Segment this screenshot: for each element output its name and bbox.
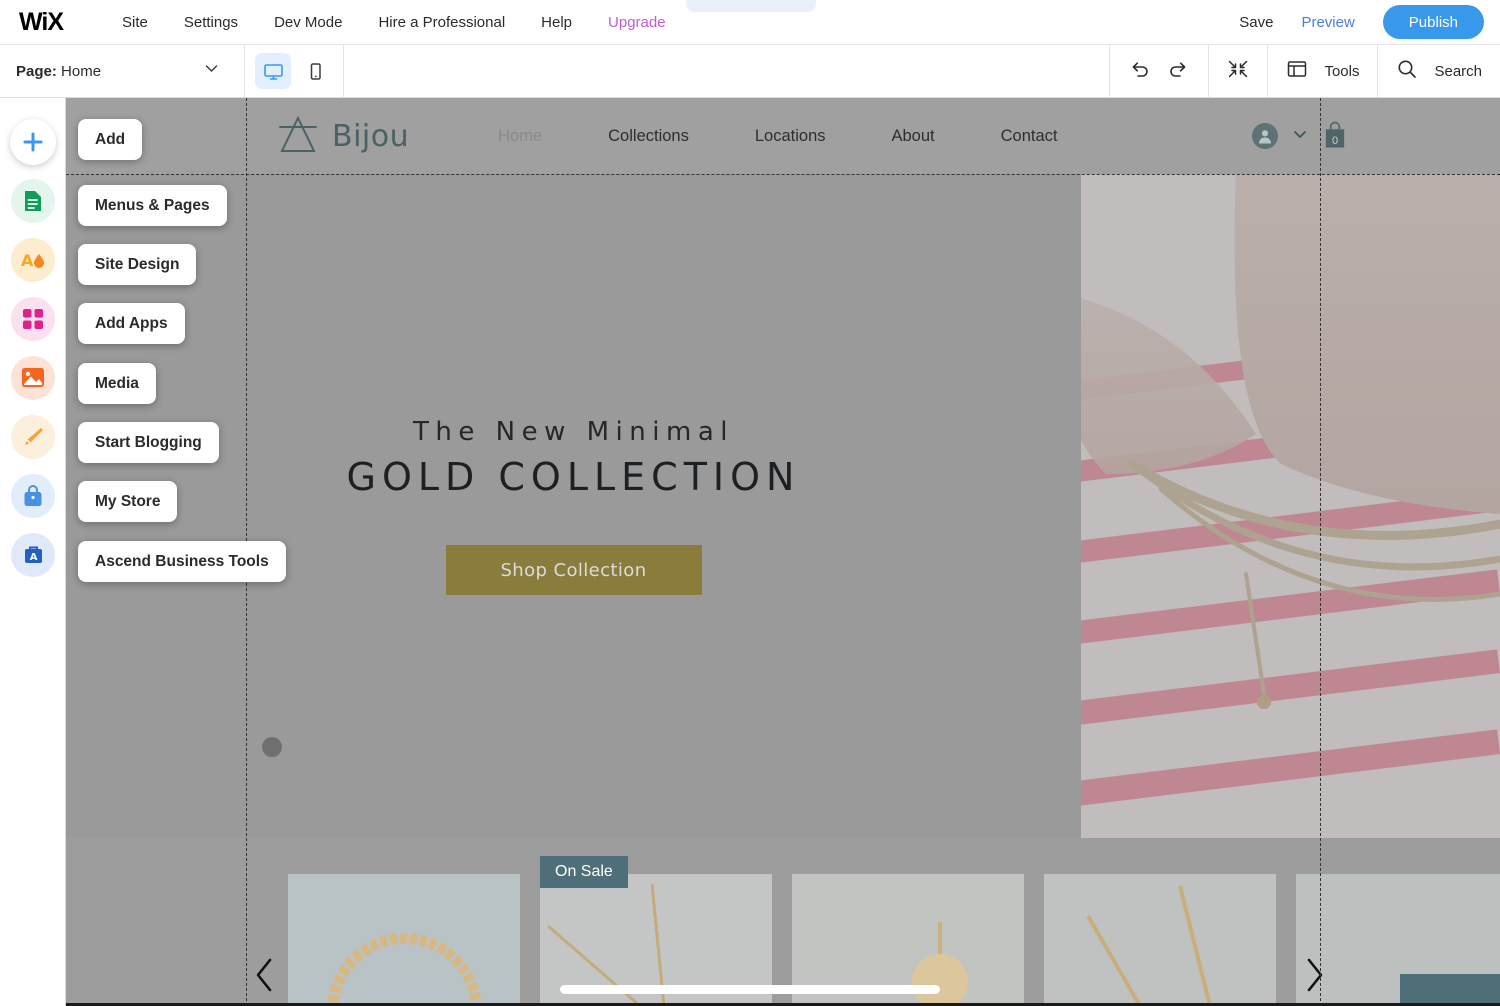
cart-count: 0 — [1331, 135, 1339, 147]
editor-secondary-toolbar: Page: Home Tools Search — [0, 44, 1500, 98]
guide-line-right — [1320, 98, 1321, 1006]
hero-subtitle: The New Minimal — [413, 417, 734, 447]
view-mode-switcher — [245, 44, 344, 98]
mobile-view-button[interactable] — [297, 53, 333, 89]
search-icon — [1396, 58, 1418, 85]
site-nav-collections[interactable]: Collections — [575, 127, 722, 146]
site-brand-name: Bijou — [332, 118, 410, 154]
site-nav-contact[interactable]: Contact — [968, 127, 1091, 146]
save-button[interactable]: Save — [1225, 8, 1287, 37]
hero-title: GOLD COLLECTION — [346, 455, 801, 499]
account-avatar-icon[interactable] — [1252, 123, 1278, 149]
menu-item-hire-a-professional[interactable]: Hire a Professional — [360, 8, 523, 37]
redo-icon[interactable] — [1167, 57, 1190, 85]
product-card-4[interactable] — [1044, 874, 1276, 1006]
svg-text:A: A — [29, 552, 37, 563]
menu-item-help[interactable]: Help — [523, 8, 590, 37]
gallery-prev-chevron-left-icon[interactable] — [251, 955, 277, 1000]
guide-line-header-bottom — [66, 174, 1500, 175]
flyout-menus-and-pages-button[interactable]: Menus & Pages — [78, 185, 227, 226]
search-label: Search — [1434, 62, 1482, 80]
editor-toolbar-right: Tools Search — [1109, 44, 1500, 98]
pen-icon — [11, 414, 55, 459]
browser-tab-stub — [686, 0, 816, 12]
editor-actions: Save Preview Publish — [1225, 5, 1500, 39]
plus-icon — [10, 118, 56, 165]
site-logo[interactable]: Bijou — [274, 111, 409, 162]
gallery-next-chevron-right-icon[interactable] — [1302, 955, 1328, 1000]
hero-section[interactable]: The New Minimal GOLD COLLECTION Shop Col… — [66, 174, 1500, 838]
rail-item-my-store[interactable] — [0, 466, 66, 525]
flyout-site-design-button[interactable]: Site Design — [78, 244, 197, 285]
chevron-down-icon — [203, 60, 220, 82]
rail-item-media[interactable] — [0, 348, 66, 407]
apps-grid-icon — [11, 296, 55, 341]
flyout-my-store-button[interactable]: My Store — [78, 481, 178, 522]
site-nav: Home Collections Locations About Contact — [465, 127, 1090, 146]
site-design-icon: A — [11, 237, 55, 282]
on-sale-badge: On Sale — [540, 856, 628, 888]
editor-left-rail: A A — [0, 98, 66, 1006]
image-icon — [11, 355, 55, 400]
editor-main-menu: Site Settings Dev Mode Hire a Profession… — [104, 8, 684, 37]
preview-button[interactable]: Preview — [1287, 8, 1368, 37]
tools-group[interactable]: Tools — [1267, 44, 1377, 98]
menu-item-settings[interactable]: Settings — [166, 8, 256, 37]
flyout-add-apps-button[interactable]: Add Apps — [78, 303, 185, 344]
page-selector-prefix: Page: — [16, 62, 57, 80]
product-card-1[interactable] — [288, 874, 520, 1006]
canvas-corner-block — [1400, 974, 1500, 1006]
flyout-ascend-business-tools-button[interactable]: Ascend Business Tools — [78, 541, 286, 582]
flyout-start-blogging-button[interactable]: Start Blogging — [78, 422, 219, 463]
account-chevron-down-icon[interactable] — [1290, 124, 1310, 149]
triangle-logo-icon — [274, 111, 322, 162]
tools-panel-icon — [1286, 58, 1308, 85]
flyout-media-button[interactable]: Media — [78, 363, 156, 404]
page-selector[interactable]: Page: Home — [0, 44, 245, 98]
zoom-out-group — [1208, 44, 1267, 98]
rail-item-ascend-business-tools[interactable]: A — [0, 525, 66, 584]
zoom-out-icon[interactable] — [1227, 58, 1249, 85]
horizontal-scrollbar[interactable] — [560, 985, 940, 994]
rail-item-start-blogging[interactable] — [0, 407, 66, 466]
page-selector-value: Home — [61, 62, 102, 80]
site-header-actions: 0 — [1252, 121, 1348, 151]
cart-shopping-bag-icon[interactable]: 0 — [1322, 121, 1348, 151]
rail-item-menus-and-pages[interactable] — [0, 171, 66, 230]
search-group[interactable]: Search — [1377, 44, 1500, 98]
rail-item-site-design[interactable]: A — [0, 230, 66, 289]
undo-icon[interactable] — [1128, 57, 1151, 85]
tools-label: Tools — [1324, 62, 1360, 80]
shopping-bag-icon — [11, 473, 55, 518]
menu-item-upgrade[interactable]: Upgrade — [590, 8, 684, 37]
section-resize-handle[interactable] — [262, 737, 282, 757]
shop-collection-button[interactable]: Shop Collection — [445, 545, 702, 595]
site-nav-locations[interactable]: Locations — [722, 127, 859, 146]
site-header[interactable]: Bijou Home Collections Locations About C… — [66, 98, 1500, 174]
rail-item-add-elements[interactable] — [0, 112, 66, 171]
site-nav-home[interactable]: Home — [465, 127, 575, 146]
history-group — [1109, 44, 1208, 98]
briefcase-a-icon: A — [11, 532, 55, 577]
pages-icon — [11, 178, 55, 223]
desktop-view-button[interactable] — [255, 53, 291, 89]
flyout-add-button[interactable]: Add — [78, 119, 143, 160]
publish-button[interactable]: Publish — [1382, 5, 1484, 39]
site-nav-about[interactable]: About — [859, 127, 968, 146]
svg-text:A: A — [21, 251, 34, 270]
rail-item-add-apps[interactable] — [0, 289, 66, 348]
menu-item-site[interactable]: Site — [104, 8, 166, 37]
hero-content: The New Minimal GOLD COLLECTION Shop Col… — [66, 174, 1081, 838]
menu-item-dev-mode[interactable]: Dev Mode — [256, 8, 360, 37]
product-gallery-strip[interactable]: On Sale — [66, 838, 1500, 1006]
wix-logo[interactable]: WiX — [14, 8, 68, 36]
